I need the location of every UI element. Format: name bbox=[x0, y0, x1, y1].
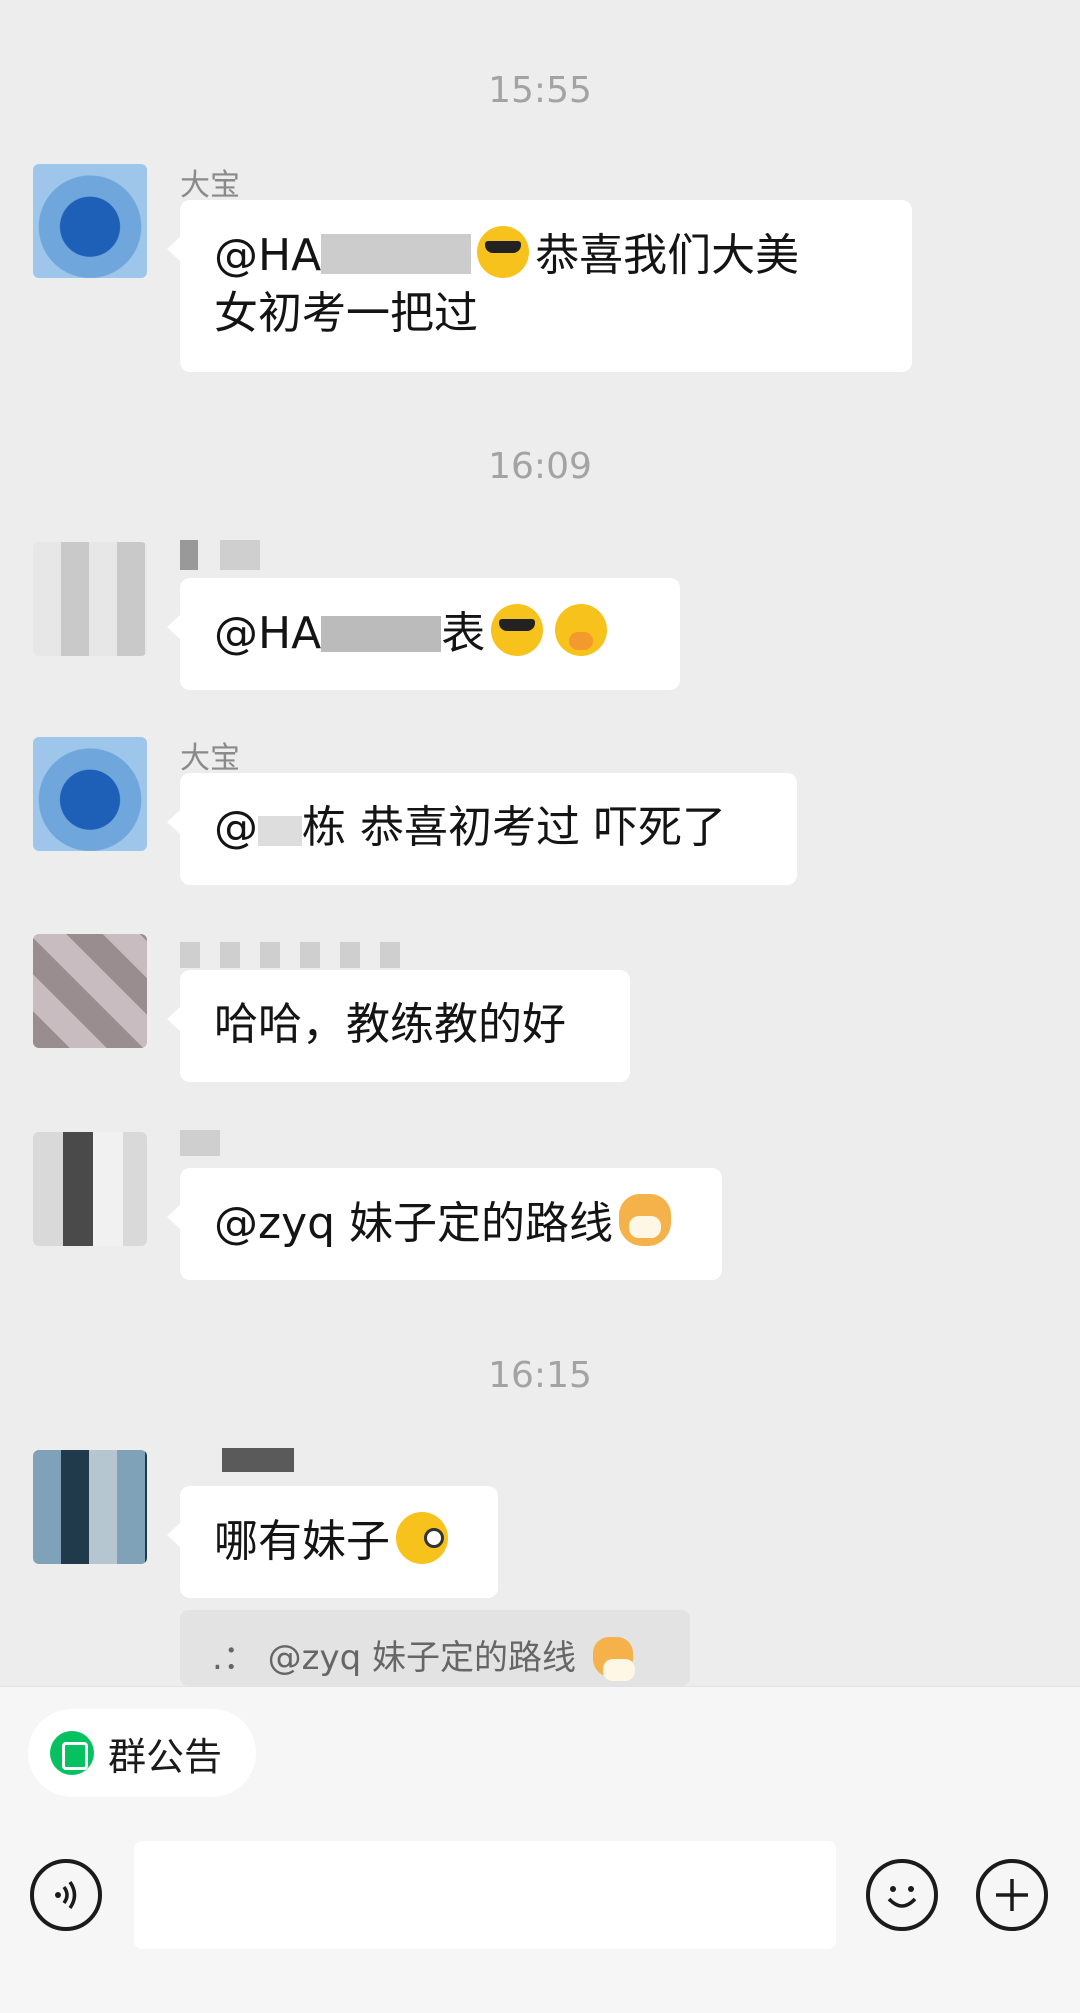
avatar[interactable] bbox=[33, 542, 147, 656]
redacted-block bbox=[321, 616, 442, 652]
shy-emoji-icon bbox=[555, 604, 608, 656]
redacted-block bbox=[258, 816, 302, 846]
message-text: 表 bbox=[441, 608, 486, 659]
sender-name bbox=[180, 1130, 220, 1156]
notice-icon bbox=[50, 1731, 94, 1775]
message-bubble[interactable]: @ 栋 恭喜初考过 吓死了 bbox=[167, 773, 797, 885]
notice-label: 群公告 bbox=[108, 1734, 223, 1779]
message-text: 栋 恭喜初考过 吓死了 bbox=[302, 802, 726, 853]
message-input[interactable] bbox=[134, 1841, 836, 1949]
plus-icon[interactable] bbox=[976, 1859, 1048, 1931]
message-text: 女初考一把过 bbox=[214, 288, 478, 339]
message-text: @ bbox=[214, 802, 258, 853]
emoji-icon[interactable] bbox=[866, 1859, 938, 1931]
plus-icon-svg bbox=[996, 1879, 1028, 1911]
sender-name bbox=[180, 942, 420, 968]
avatar[interactable] bbox=[33, 1132, 147, 1246]
sender-name bbox=[180, 540, 260, 570]
avatar[interactable] bbox=[33, 1450, 147, 1564]
sender-name: 大宝 bbox=[180, 168, 240, 203]
voice-icon[interactable] bbox=[30, 1859, 102, 1931]
message-text: @HA bbox=[214, 608, 322, 659]
redacted-block bbox=[321, 234, 472, 274]
quote-text: @zyq 妹子定的路线 bbox=[267, 1638, 576, 1678]
message-bubble[interactable]: @HA 表 bbox=[167, 578, 680, 690]
sender-name: 大宝 bbox=[180, 741, 240, 776]
message-text: 哈哈，教练教的好 bbox=[214, 999, 566, 1050]
avatar[interactable] bbox=[33, 164, 147, 278]
message-bubble[interactable]: 哈哈，教练教的好 bbox=[167, 970, 630, 1082]
timestamp: 15:55 bbox=[488, 70, 592, 111]
message-bubble[interactable]: 哪有妹子 bbox=[167, 1486, 498, 1598]
input-panel: 群公告 bbox=[0, 1686, 1080, 2013]
cool-emoji-icon bbox=[491, 604, 544, 656]
message-bubble[interactable]: @zyq 妹子定的路线 bbox=[167, 1168, 722, 1280]
sender-name bbox=[222, 1448, 294, 1472]
timestamp: 16:09 bbox=[488, 446, 592, 487]
voice-icon-svg bbox=[55, 1881, 77, 1909]
avatar[interactable] bbox=[33, 934, 147, 1048]
message-text: @HA bbox=[214, 230, 322, 281]
message-bubble[interactable]: @HA 恭喜我们大美 女初考一把过 bbox=[167, 200, 912, 372]
message-text: 哪有妹子 bbox=[214, 1516, 390, 1567]
cat-emoji-icon bbox=[592, 1637, 635, 1681]
group-notice-button[interactable]: 群公告 bbox=[28, 1709, 257, 1797]
chat-area[interactable]: 15:55 大宝 @HA 恭喜我们大美 女初考一把过 16:09 @HA 表 大宝 … bbox=[0, 0, 1080, 1686]
quoted-message[interactable]: .： @zyq 妹子定的路线 bbox=[180, 1610, 690, 1686]
cat-emoji-icon bbox=[619, 1194, 672, 1246]
cool-emoji-icon bbox=[477, 226, 530, 278]
quote-prefix: .： bbox=[212, 1638, 257, 1678]
avatar[interactable] bbox=[33, 737, 147, 851]
timestamp: 16:15 bbox=[488, 1355, 592, 1396]
message-text: 恭喜我们大美 bbox=[535, 230, 800, 281]
message-text: @zyq 妹子定的路线 bbox=[214, 1198, 614, 1249]
wink-emoji-icon bbox=[396, 1512, 448, 1564]
emoji-icon-svg bbox=[887, 1886, 917, 1908]
